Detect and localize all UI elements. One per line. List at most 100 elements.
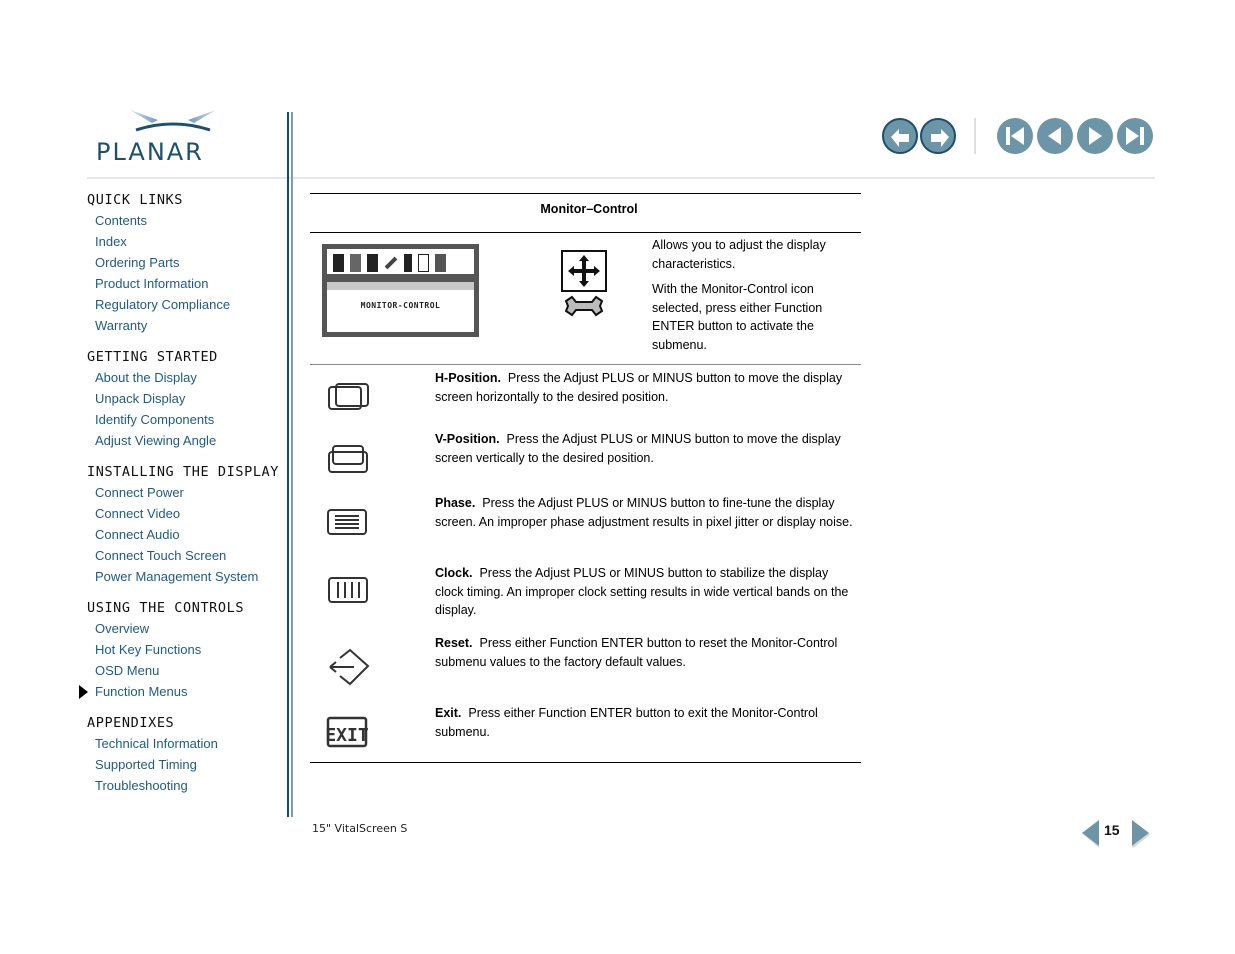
back-button[interactable] [882, 118, 918, 154]
phase-description: Phase. Press the Adjust PLUS or MINUS bu… [435, 494, 860, 531]
section-heading: APPENDIXES [87, 715, 175, 731]
section-heading: QUICK LINKS [87, 192, 184, 208]
h-position-description: H-Position. Press the Adjust PLUS or MIN… [435, 369, 860, 406]
brand-name: PLANAR [96, 138, 204, 166]
item-title: Clock. [435, 566, 473, 580]
table-top-rule [310, 193, 861, 194]
item-title: Phase. [435, 496, 476, 510]
sidebar-item-connect-video[interactable]: Connect Video [87, 503, 282, 524]
monitor-control-icon [561, 250, 607, 317]
sidebar-item-ordering-parts[interactable]: Ordering Parts [87, 252, 282, 273]
sidebar-item-about-the-display[interactable]: About the Display [87, 367, 282, 388]
section-heading: INSTALLING THE DISPLAY [87, 464, 280, 480]
sidebar-section-appendixes: APPENDIXES Technical Information Support… [87, 713, 282, 796]
next-page-button[interactable] [1077, 118, 1113, 154]
osd-monitor-icon [333, 254, 344, 272]
logo-swoosh-icon [130, 110, 216, 132]
item-title: V-Position. [435, 432, 500, 446]
sidebar-item-technical-information[interactable]: Technical Information [87, 733, 282, 754]
sidebar-section-installing: INSTALLING THE DISPLAY Connect Power Con… [87, 462, 282, 587]
item-body: Press the Adjust PLUS or MINUS button to… [435, 496, 853, 529]
clock-icon [328, 577, 368, 603]
current-page-marker-icon [79, 685, 88, 699]
osd-icon-row [333, 251, 446, 275]
v-position-icon [328, 445, 368, 473]
item-body: Press either Function ENTER button to ex… [435, 706, 818, 739]
osd-audio-icon [404, 254, 412, 272]
intro-paragraph-2: With the Monitor-Control icon selected, … [652, 282, 823, 352]
osd-bar [327, 274, 474, 282]
sidebar-item-regulatory-compliance[interactable]: Regulatory Compliance [87, 294, 282, 315]
first-page-button[interactable] [997, 118, 1033, 154]
forward-arrow-icon [931, 129, 949, 147]
last-page-icon [1126, 127, 1144, 145]
last-page-button[interactable] [1117, 118, 1153, 154]
sidebar-item-power-management-system[interactable]: Power Management System [87, 566, 282, 587]
item-body: Press either Function ENTER button to re… [435, 636, 838, 669]
item-title: Reset. [435, 636, 473, 650]
table-title: Monitor–Control [540, 202, 638, 216]
table-bottom-rule [310, 762, 861, 763]
sidebar-item-overview[interactable]: Overview [87, 618, 282, 639]
sidebar-section-using-controls: USING THE CONTROLS Overview Hot Key Func… [79, 598, 282, 702]
previous-page-button[interactable] [1037, 118, 1073, 154]
next-page-icon [1089, 127, 1102, 145]
sidebar-item-identify-components[interactable]: Identify Components [87, 409, 282, 430]
osd-language-icon [418, 254, 429, 272]
sidebar-item-hot-key-functions[interactable]: Hot Key Functions [87, 639, 282, 660]
planar-logo: PLANAR [96, 108, 251, 168]
first-page-icon [1006, 127, 1024, 145]
osd-highlight-bar [327, 282, 474, 290]
back-arrow-icon [891, 129, 909, 147]
sidebar-item-connect-power[interactable]: Connect Power [87, 482, 282, 503]
nav-separator [974, 118, 976, 154]
sidebar-item-warranty[interactable]: Warranty [87, 315, 282, 336]
exit-icon: EXIT [326, 716, 369, 748]
table-header-rule [310, 232, 861, 233]
item-title: Exit. [435, 706, 462, 720]
section-heading: USING THE CONTROLS [87, 600, 245, 616]
sidebar-item-supported-timing[interactable]: Supported Timing [87, 754, 282, 775]
header-divider [87, 177, 1155, 179]
sidebar-item-adjust-viewing-angle[interactable]: Adjust Viewing Angle [87, 430, 282, 451]
intro-paragraph-1: Allows you to adjust the display charact… [652, 238, 826, 271]
sidebar-item-troubleshooting[interactable]: Troubleshooting [87, 775, 282, 796]
sidebar-item-osd-menu[interactable]: OSD Menu [87, 660, 282, 681]
item-title: H-Position. [435, 371, 501, 385]
svg-text:EXIT: EXIT [326, 725, 369, 746]
sidebar-divider [287, 112, 289, 817]
sidebar-nav: QUICK LINKS Contents Index Ordering Part… [79, 190, 282, 807]
phase-icon [327, 509, 367, 535]
previous-page-arrow-icon[interactable] [1080, 818, 1100, 848]
product-name: 15" VitalScreen S [312, 822, 408, 835]
osd-image-icon [367, 254, 378, 272]
page-number: 15 [1104, 822, 1120, 838]
sidebar-item-unpack-display[interactable]: Unpack Display [87, 388, 282, 409]
item-body: Press the Adjust PLUS or MINUS button to… [435, 566, 849, 617]
exit-description: Exit. Press either Function ENTER button… [435, 704, 860, 741]
sidebar-section-quick-links: QUICK LINKS Contents Index Ordering Part… [87, 190, 282, 336]
forward-button[interactable] [920, 118, 956, 154]
v-position-description: V-Position. Press the Adjust PLUS or MIN… [435, 430, 860, 467]
row-divider [310, 364, 861, 365]
sidebar-item-label: Function Menus [95, 684, 188, 699]
sidebar-item-function-menus[interactable]: Function Menus [79, 681, 282, 702]
osd-position-icon [350, 254, 361, 272]
osd-wrench-icon [384, 256, 398, 270]
sidebar-divider-secondary [291, 112, 293, 817]
section-heading: GETTING STARTED [87, 349, 218, 365]
sidebar-item-contents[interactable]: Contents [87, 210, 282, 231]
sidebar-section-getting-started: GETTING STARTED About the Display Unpack… [87, 347, 282, 451]
reset-icon [329, 648, 370, 686]
osd-screenshot: MONITOR-CONTROL [322, 244, 479, 337]
sidebar-item-index[interactable]: Index [87, 231, 282, 252]
osd-label: MONITOR-CONTROL [360, 301, 441, 310]
next-page-arrow-icon[interactable] [1131, 818, 1151, 848]
reset-description: Reset. Press either Function ENTER butto… [435, 634, 860, 671]
clock-description: Clock. Press the Adjust PLUS or MINUS bu… [435, 564, 860, 620]
h-position-icon [328, 383, 369, 410]
previous-page-icon [1048, 127, 1061, 145]
sidebar-item-product-information[interactable]: Product Information [87, 273, 282, 294]
sidebar-item-connect-touch-screen[interactable]: Connect Touch Screen [87, 545, 282, 566]
sidebar-item-connect-audio[interactable]: Connect Audio [87, 524, 282, 545]
